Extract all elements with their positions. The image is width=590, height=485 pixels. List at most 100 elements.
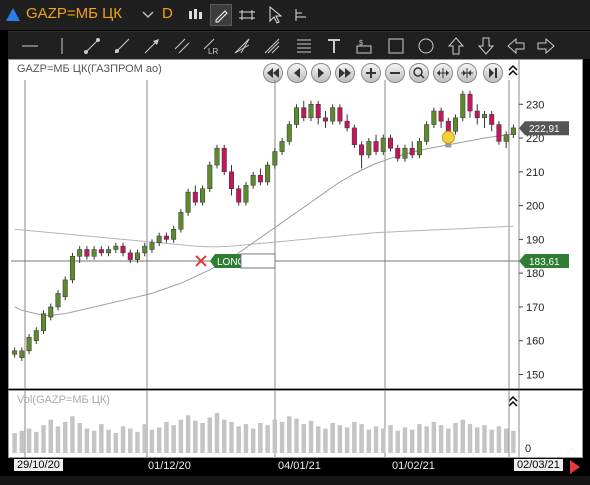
horizontal-line-icon[interactable] [16, 34, 44, 58]
y-tick-label: 150 [526, 369, 544, 381]
candle-up [214, 147, 220, 166]
ray-icon[interactable] [108, 34, 136, 58]
volume-bar [337, 425, 343, 453]
fan-icon[interactable] [228, 34, 256, 58]
volume-bar [55, 426, 61, 453]
candle-down [438, 110, 444, 122]
volume-bar [106, 429, 111, 453]
volume-bar [409, 429, 415, 453]
vertical-line-icon[interactable] [48, 34, 76, 58]
volume-bar [156, 427, 162, 453]
candle-down [120, 245, 126, 254]
candle-up [431, 110, 437, 125]
x-tick-start: 29/10/20 [14, 459, 63, 471]
drawing-toolbar: LR $ [8, 31, 590, 59]
volume-bar [446, 428, 451, 453]
time-axis[interactable]: 29/10/20 01/12/20 04/01/21 01/02/21 02/0… [8, 458, 583, 475]
scroll-end-arrow-icon[interactable] [570, 460, 580, 474]
volume-bar [128, 428, 133, 453]
candle-down [395, 147, 401, 159]
volume-bar [229, 421, 234, 453]
volume-bar [294, 418, 299, 453]
candle-up [33, 330, 39, 341]
ruler-icon[interactable] [236, 4, 258, 26]
candle-up [460, 93, 466, 119]
fibonacci-icon[interactable] [290, 34, 318, 58]
candle-down [127, 252, 133, 260]
volume-bar [381, 428, 386, 453]
ellipse-icon[interactable] [412, 34, 440, 58]
volume-bar [402, 427, 408, 453]
volume-bar [200, 423, 205, 453]
volume-bar [222, 419, 227, 453]
period-selector[interactable]: D [162, 5, 173, 22]
volume-bar [171, 425, 176, 453]
y-tick-label: 230 [526, 99, 544, 111]
volume-bar [120, 426, 126, 453]
candle-up [185, 191, 191, 213]
candlestick-chart[interactable]: 230220210200190180170160150LONG222,91183… [9, 60, 582, 388]
volume-bar [424, 426, 429, 453]
volume-bar [26, 428, 32, 453]
instrument-title[interactable]: GAZP=МБ ЦК [26, 5, 122, 22]
candle-down [221, 147, 227, 173]
volume-bar [308, 420, 314, 453]
price-label-icon[interactable]: $ [350, 34, 378, 58]
volume-bar [272, 419, 278, 453]
volume-bar [178, 419, 184, 453]
arrow-left-icon[interactable] [502, 34, 530, 58]
candle-down [496, 124, 502, 142]
volume-bar [315, 426, 321, 453]
trend-line-icon[interactable] [78, 34, 106, 58]
volume-bar [258, 423, 263, 453]
candle-down [344, 120, 350, 129]
indicator-icon[interactable] [290, 4, 312, 26]
candle-up [19, 350, 25, 358]
volume-bar [236, 426, 241, 453]
volume-bar [366, 429, 372, 453]
text-tool-icon[interactable] [320, 34, 348, 58]
lightbulb-base [445, 143, 452, 148]
parallel-lines-icon[interactable] [168, 34, 196, 58]
volume-bar [70, 416, 75, 453]
arrow-right-icon[interactable] [532, 34, 560, 58]
chevron-down-icon[interactable] [142, 11, 154, 19]
volume-bar [301, 424, 306, 453]
candle-up [106, 249, 112, 254]
price-chart-pane[interactable]: GAZP=МБ ЦК(ГАЗПРОМ ао) 230 220 210 200 190 18… [8, 59, 583, 389]
candle-up [424, 124, 430, 142]
volume-bar [149, 429, 155, 453]
candle-up [510, 127, 516, 135]
candle-up [294, 107, 300, 125]
volume-bar [431, 421, 437, 453]
pencil-icon[interactable] [210, 4, 232, 26]
volume-bar [287, 416, 292, 453]
triangle-icon[interactable] [6, 8, 20, 21]
candles-icon[interactable] [184, 4, 206, 26]
candle-up [416, 141, 422, 156]
arrow-up-icon[interactable] [442, 34, 470, 58]
candle-up [62, 279, 68, 298]
pitchfork-icon[interactable] [258, 34, 286, 58]
arrow-down-icon[interactable] [472, 34, 500, 58]
volume-bar [373, 426, 379, 453]
volume-chart-pane[interactable]: Vol(GAZP=МБ ЦК) 0 [8, 390, 583, 458]
candle-up [91, 249, 97, 257]
status-strip [0, 476, 590, 485]
candle-down [409, 147, 415, 156]
candle-down [373, 141, 379, 152]
candle-up [402, 147, 408, 159]
y-tick-label: 210 [526, 167, 544, 179]
volume-bar [323, 428, 328, 453]
rectangle-icon[interactable] [382, 34, 410, 58]
volume-bar [113, 433, 119, 453]
lr-channel-icon[interactable]: LR [198, 34, 226, 58]
x-tick: 04/01/21 [278, 460, 321, 472]
volume-bar [243, 424, 249, 453]
cursor-icon[interactable] [264, 4, 286, 26]
candle-down [322, 117, 328, 122]
volume-bar [214, 413, 220, 453]
candle-up [481, 114, 487, 119]
arrow-line-icon[interactable] [138, 34, 166, 58]
volume-bar [330, 423, 335, 453]
